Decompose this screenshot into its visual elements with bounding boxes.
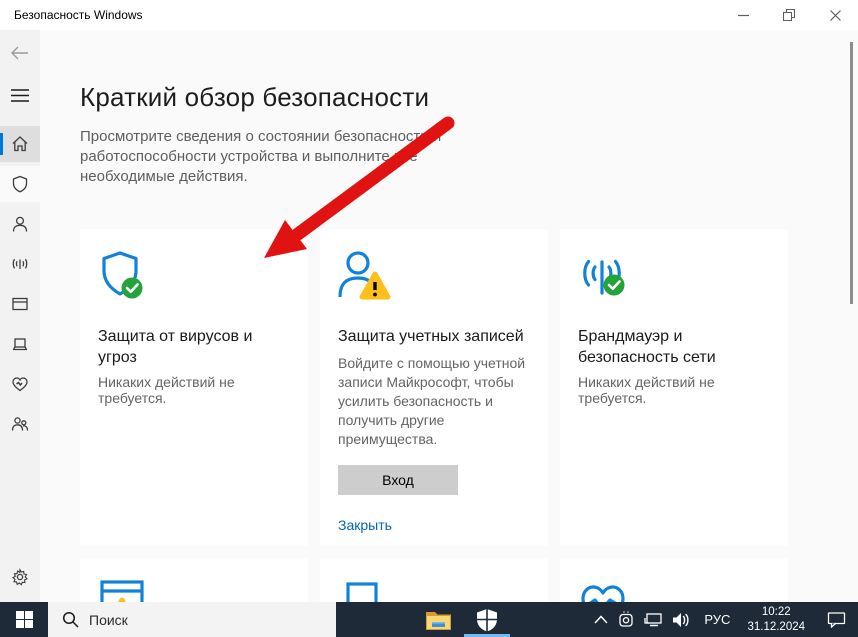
account-person-icon [338, 249, 392, 303]
tablet-device-icon [618, 611, 634, 628]
app-browser-icon [11, 295, 29, 313]
firewall-network-icon [578, 249, 630, 303]
ok-check-badge [604, 274, 625, 295]
tray-network[interactable] [639, 602, 667, 637]
taskbar: РУС 10:22 31.12.2024 [0, 602, 858, 637]
taskbar-search-box[interactable] [48, 602, 336, 637]
window-title: Безопасность Windows [0, 8, 720, 22]
warning-triangle-badge [362, 274, 388, 297]
card-title: Защита учетных записей [338, 327, 530, 348]
card-description: Войдите с помощью учетной записи Майкрос… [338, 354, 530, 449]
minimize-button[interactable] [720, 0, 766, 30]
language-indicator[interactable]: РУС [695, 612, 739, 627]
action-center-button[interactable] [813, 602, 858, 637]
start-button[interactable] [0, 602, 48, 637]
settings-gear-icon [11, 568, 29, 586]
card-status: Никаких действий не требуется. [98, 374, 290, 406]
close-button[interactable] [812, 0, 858, 30]
virus-shield-icon [11, 175, 29, 193]
tray-volume[interactable] [667, 602, 695, 637]
device-security-card[interactable] [320, 558, 548, 602]
back-arrow-icon [11, 46, 29, 60]
account-protection-card[interactable]: Защита учетных записей Войдите с помощью… [320, 229, 548, 546]
card-title: Защита от вирусов и угроз [98, 327, 290, 369]
search-input[interactable] [89, 612, 289, 628]
security-cards-grid: Защита от вирусов и угроз Никаких действ… [80, 229, 858, 602]
tray-show-hidden-icons[interactable] [589, 602, 613, 637]
ethernet-network-icon [644, 612, 662, 628]
volume-icon [672, 612, 690, 628]
family-icon [11, 415, 29, 433]
settings-button[interactable] [0, 564, 40, 590]
hamburger-menu-icon [11, 89, 29, 102]
sidebar-item-account-protection[interactable] [0, 206, 40, 242]
sidebar-item-app-browser-control[interactable] [0, 286, 40, 322]
page-description: Просмотрите сведения о состоянии безопас… [80, 127, 482, 187]
titlebar: Безопасность Windows [0, 0, 858, 30]
dismiss-link[interactable]: Закрыть [338, 517, 392, 533]
file-explorer-icon [426, 610, 451, 630]
device-security-laptop-icon [338, 578, 392, 602]
scrollbar-thumb[interactable] [850, 42, 853, 304]
device-health-heart-icon [578, 578, 632, 602]
windows-start-icon [16, 611, 33, 628]
ok-check-badge [122, 277, 143, 298]
minimize-icon [738, 10, 749, 21]
virus-protection-card[interactable]: Защита от вирусов и угроз Никаких действ… [80, 229, 308, 546]
windows-security-icon [476, 608, 498, 632]
system-tray: РУС 10:22 31.12.2024 [589, 602, 858, 637]
window-controls [720, 0, 858, 30]
windows-security-window: Безопасность Windows [0, 0, 858, 602]
sidebar-item-firewall[interactable] [0, 246, 40, 282]
sidebar-item-family-options[interactable] [0, 406, 40, 442]
main-content: Краткий обзор безопасности Просмотрите с… [40, 30, 858, 602]
virus-protection-shield-icon [98, 249, 150, 303]
sidebar-item-virus-protection[interactable] [0, 166, 40, 202]
card-status: Никаких действий не требуется. [578, 374, 770, 406]
app-browser-control-icon [98, 578, 152, 602]
menu-button[interactable] [0, 82, 40, 108]
device-laptop-icon [11, 335, 29, 353]
action-center-icon [827, 611, 846, 628]
card-title: Брандмауэр и безопасность сети [578, 327, 770, 369]
chevron-up-icon [594, 615, 608, 624]
app-browser-control-card[interactable] [80, 558, 308, 602]
device-health-icon [11, 375, 29, 393]
page-title: Краткий обзор безопасности [80, 82, 858, 113]
tray-tablet-device[interactable] [613, 602, 639, 637]
clock[interactable]: 10:22 31.12.2024 [739, 605, 813, 635]
account-icon [11, 215, 29, 233]
sidebar-nav [0, 126, 40, 446]
taskbar-windows-security[interactable] [463, 602, 511, 637]
desktop-screen: Безопасность Windows [0, 0, 858, 637]
back-button[interactable] [0, 40, 40, 66]
home-icon [11, 135, 29, 153]
tray-time: 10:22 [747, 605, 805, 620]
close-icon [830, 10, 841, 21]
sidebar-item-device-security[interactable] [0, 326, 40, 362]
sidebar-item-home[interactable] [0, 126, 40, 162]
tray-date: 31.12.2024 [747, 620, 805, 635]
taskbar-file-explorer[interactable] [415, 602, 463, 637]
restore-icon [783, 9, 795, 21]
restore-button[interactable] [766, 0, 812, 30]
sign-in-button[interactable]: Вход [338, 465, 458, 495]
sidebar-item-device-health[interactable] [0, 366, 40, 402]
sidebar [0, 30, 40, 602]
firewall-wireless-icon [11, 255, 29, 273]
firewall-card[interactable]: Брандмауэр и безопасность сети Никаких д… [560, 229, 788, 546]
device-health-card[interactable] [560, 558, 788, 602]
search-icon [62, 611, 79, 628]
